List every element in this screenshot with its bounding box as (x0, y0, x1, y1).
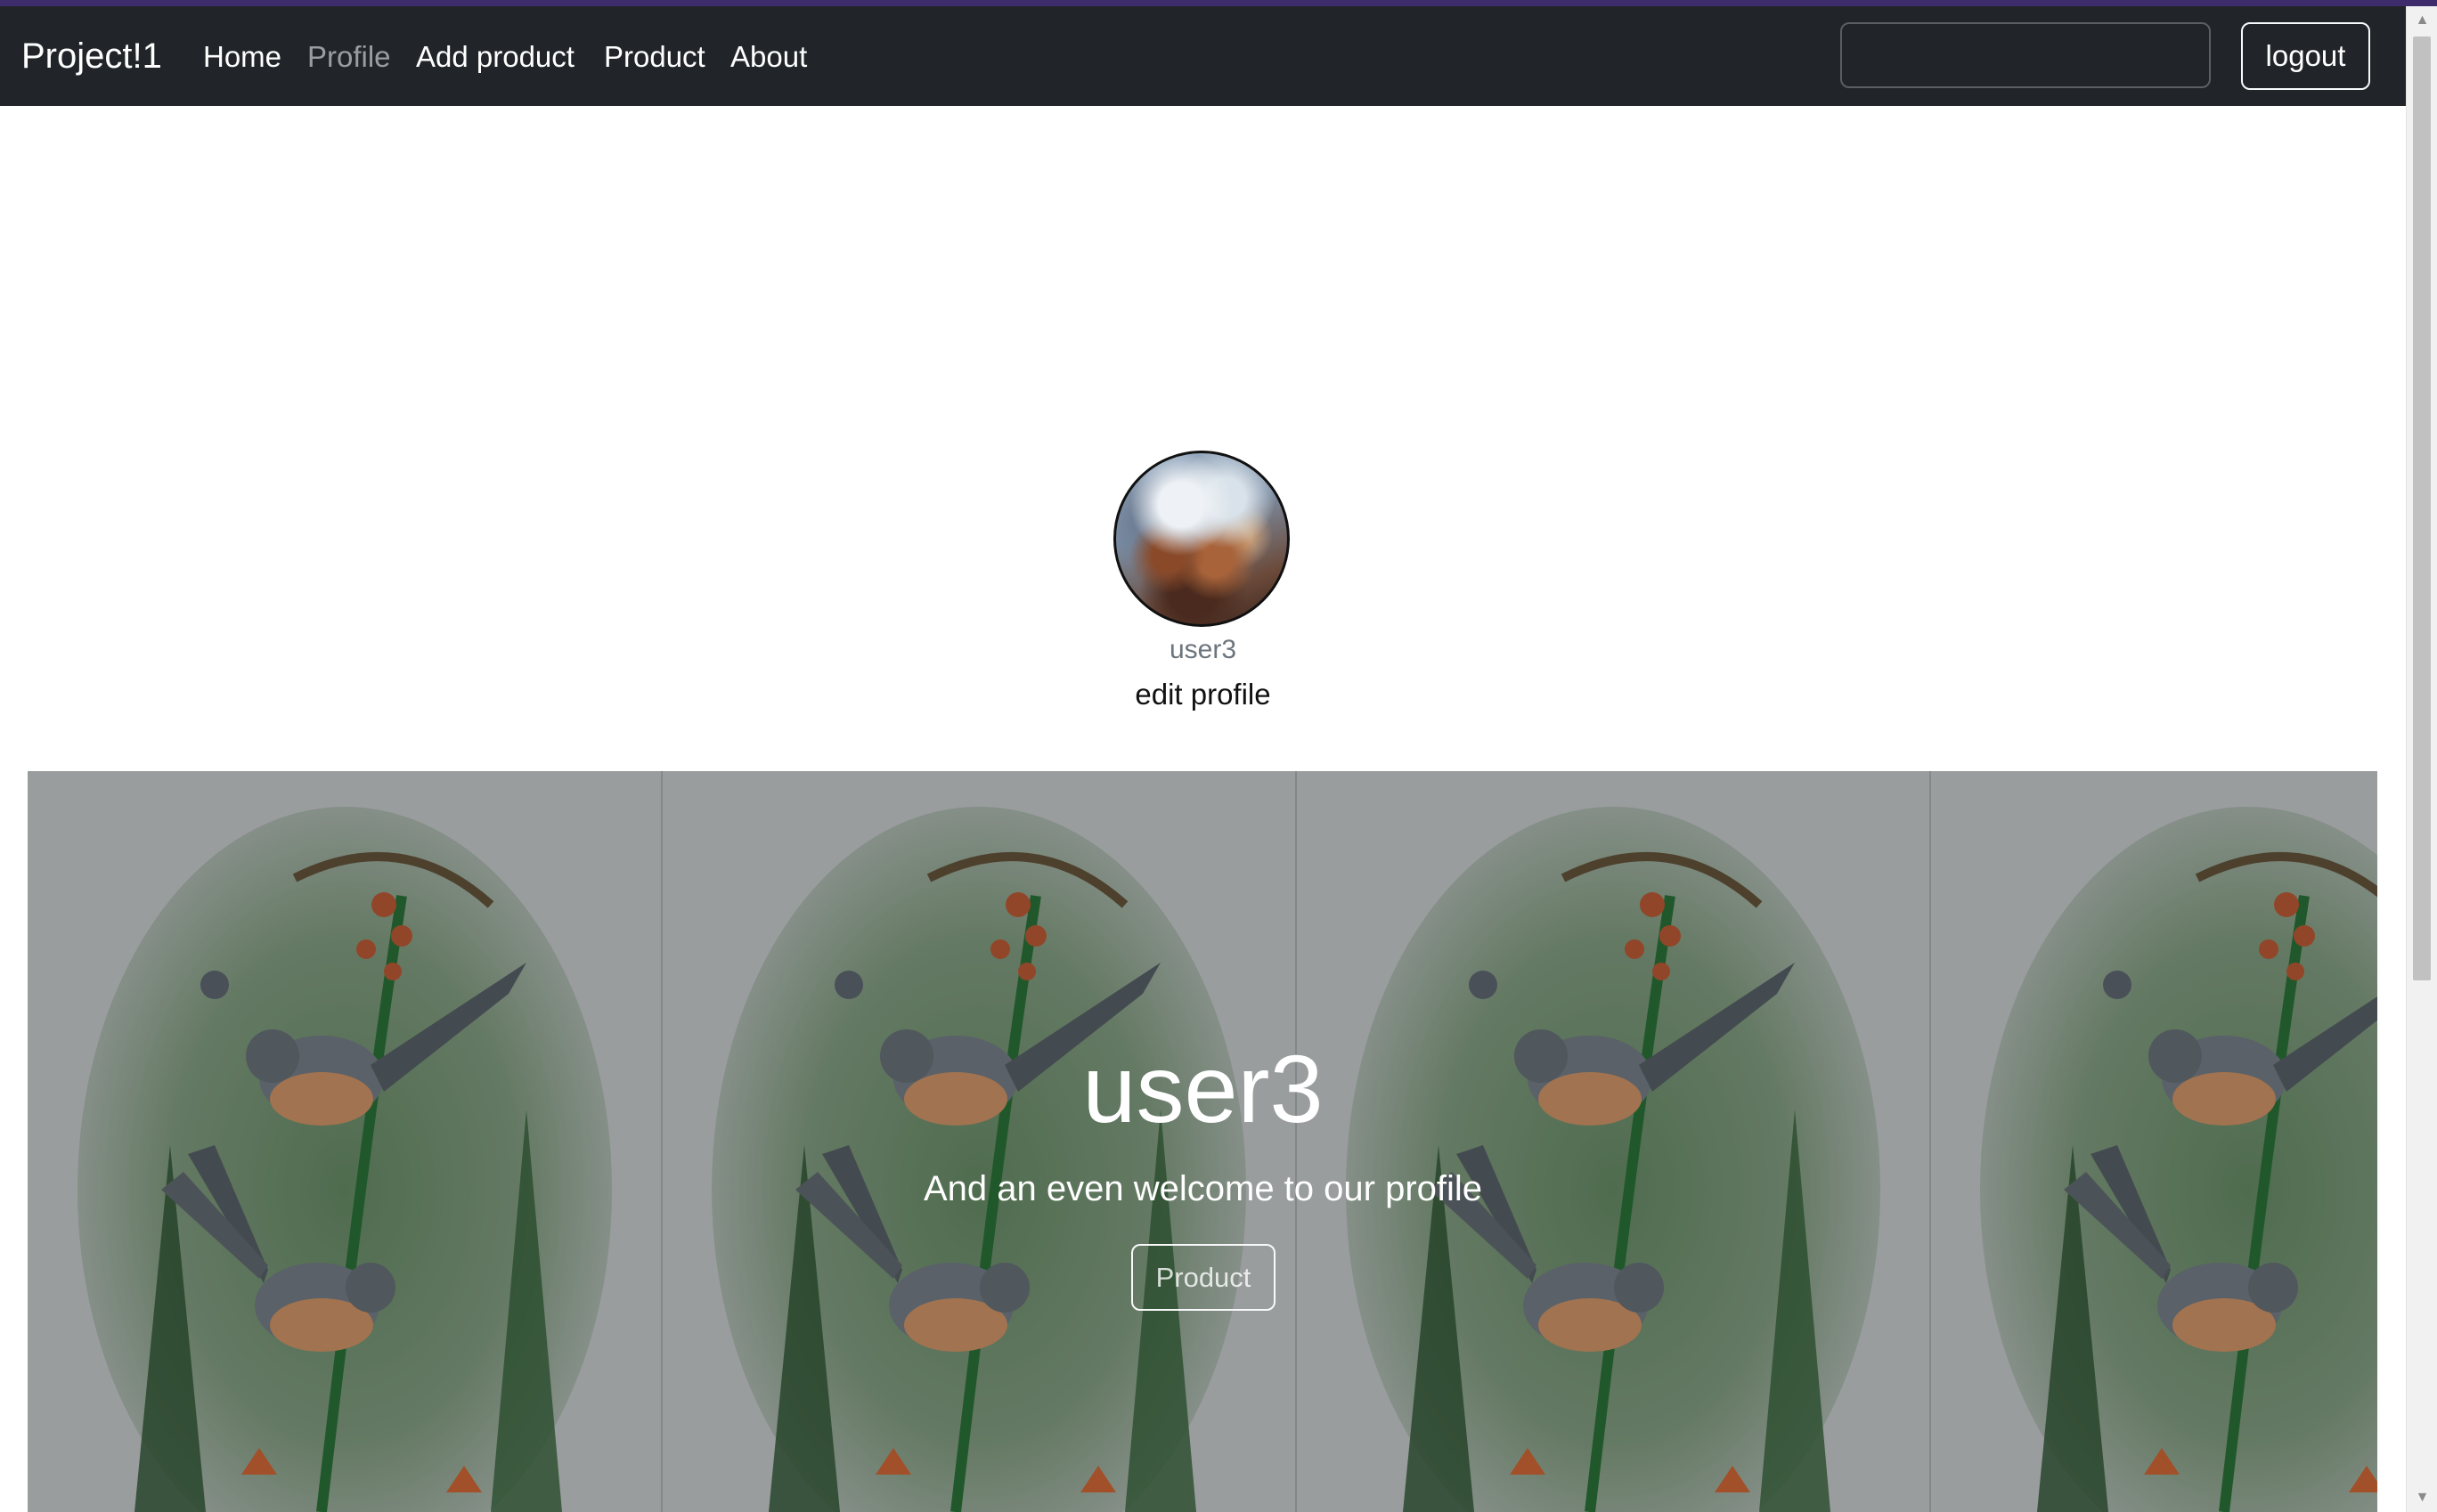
logout-button[interactable]: logout (2241, 22, 2370, 90)
scroll-down-arrow-icon[interactable]: ▼ (2407, 1484, 2437, 1512)
nav-link-product[interactable]: Product (604, 39, 705, 75)
edit-profile-link[interactable]: edit profile (1135, 678, 1270, 711)
top-accent-bar (0, 0, 2437, 6)
hero-product-button[interactable]: Product (1131, 1244, 1276, 1311)
profile-username: user3 (1169, 635, 1237, 664)
hero-title: user3 (1082, 1035, 1324, 1142)
page-scrollbar[interactable]: ▲ ▼ (2406, 6, 2437, 1512)
avatar (1113, 451, 1290, 627)
page: Project!1 Home Profile Add product Produ… (0, 0, 2437, 1512)
nav-link-add-product[interactable]: Add product (416, 39, 575, 75)
scrollbar-thumb[interactable] (2413, 37, 2431, 980)
nav-link-home[interactable]: Home (203, 39, 281, 75)
navbar-brand[interactable]: Project!1 (21, 35, 162, 77)
nav-link-profile[interactable]: Profile (307, 39, 391, 75)
scroll-up-arrow-icon[interactable]: ▲ (2407, 6, 2437, 35)
search-input[interactable] (1840, 22, 2211, 88)
edit-profile-link-wrapper: edit profile (0, 675, 2406, 714)
nav-link-about[interactable]: About (730, 39, 807, 75)
hero-subtitle: And an even welcome to our profile (923, 1169, 1483, 1208)
navbar: Project!1 Home Profile Add product Produ… (0, 6, 2406, 106)
